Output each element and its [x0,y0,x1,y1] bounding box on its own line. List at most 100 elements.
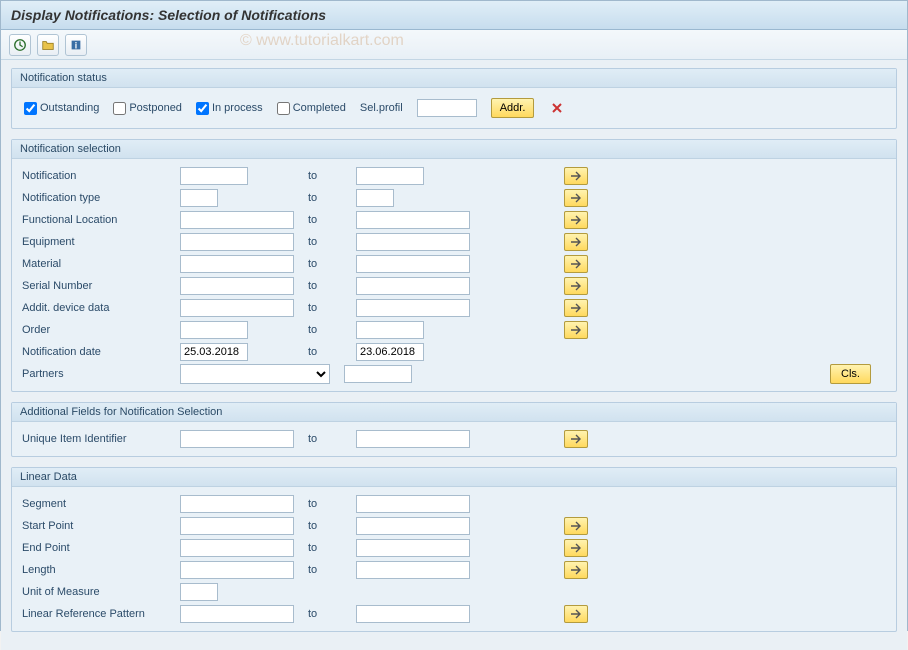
from-input[interactable] [180,321,248,339]
selection-row: Materialto [22,253,886,275]
to-input[interactable] [356,517,470,535]
to-input[interactable] [356,539,470,557]
to-input[interactable] [356,343,424,361]
to-input[interactable] [356,430,470,448]
to-input[interactable] [356,299,470,317]
multiple-selection-button[interactable] [564,539,588,557]
field-label: Order [22,324,172,336]
arrow-right-icon [570,609,582,619]
multiple-selection-button[interactable] [564,277,588,295]
from-input[interactable] [180,495,294,513]
multiple-selection-button[interactable] [564,255,588,273]
to-label: to [308,170,348,182]
from-input[interactable] [180,211,294,229]
execute-button[interactable] [9,34,31,56]
variant-button[interactable] [37,34,59,56]
to-input[interactable] [356,211,470,229]
from-input[interactable] [180,605,294,623]
from-input[interactable] [180,343,248,361]
completed-checkbox[interactable]: Completed [277,102,346,115]
to-label: to [308,346,348,358]
multiple-selection-button[interactable] [564,561,588,579]
info-icon: i [69,38,83,52]
info-button[interactable]: i [65,34,87,56]
multiple-selection-button[interactable] [564,211,588,229]
svg-text:i: i [75,40,77,50]
clear-button[interactable] [548,99,566,117]
selection-row: Addit. device data to [22,297,886,319]
outstanding-checkbox[interactable]: Outstanding [24,102,99,115]
completed-input[interactable] [277,102,290,115]
arrow-right-icon [570,543,582,553]
to-label: to [308,280,348,292]
arrow-right-icon [570,565,582,575]
selection-group-title: Notification selection [12,140,896,159]
multiple-selection-button[interactable] [564,430,588,448]
selection-row: Linear Reference Patternto [22,603,886,625]
field-label: Addit. device data [22,302,172,314]
to-input[interactable] [356,255,470,273]
to-label: to [308,192,348,204]
field-label: Material [22,258,172,270]
in-process-input[interactable] [196,102,209,115]
in-process-label: In process [212,102,263,114]
to-input[interactable] [356,321,424,339]
multiple-selection-button[interactable] [564,167,588,185]
from-input[interactable] [180,299,294,317]
multiple-selection-button[interactable] [564,189,588,207]
field-label: End Point [22,542,172,554]
status-group-title: Notification status [12,69,896,88]
additional-fields-group: Additional Fields for Notification Selec… [11,402,897,457]
postponed-input[interactable] [113,102,126,115]
toolbar: i [1,30,907,60]
outstanding-label: Outstanding [40,102,99,114]
notification-selection-group: Notification selection NotificationtoNot… [11,139,897,392]
to-input[interactable] [356,605,470,623]
cls-button[interactable]: Cls. [830,364,871,384]
in-process-checkbox[interactable]: In process [196,102,263,115]
from-input[interactable] [180,233,294,251]
selection-row: Segmentto [22,493,886,515]
multiple-selection-button[interactable] [564,233,588,251]
multiple-selection-button[interactable] [564,517,588,535]
to-label: to [308,498,348,510]
to-label: to [308,302,348,314]
postponed-checkbox[interactable]: Postponed [113,102,182,115]
from-input[interactable] [180,517,294,535]
field-label: Start Point [22,520,172,532]
from-input[interactable] [180,277,294,295]
to-input[interactable] [356,189,394,207]
outstanding-input[interactable] [24,102,37,115]
field-label: Notification date [22,346,172,358]
to-input[interactable] [356,277,470,295]
selection-row: Notification date to [22,341,886,363]
to-input[interactable] [356,167,424,185]
field-label: Functional Location [22,214,172,226]
partners-select[interactable] [180,364,330,384]
from-input[interactable] [180,430,294,448]
page-title: Display Notifications: Selection of Noti… [11,7,897,23]
to-input[interactable] [356,495,470,513]
addr-button[interactable]: Addr. [491,98,535,118]
to-input[interactable] [356,561,470,579]
field-label: Notification type [22,192,172,204]
from-input[interactable] [180,561,294,579]
multiple-selection-button[interactable] [564,321,588,339]
linear-data-group: Linear Data SegmenttoStart PointtoEnd Po… [11,467,897,632]
arrow-right-icon [570,171,582,181]
to-input[interactable] [356,233,470,251]
from-input[interactable] [180,167,248,185]
multiple-selection-button[interactable] [564,299,588,317]
partners-text-input[interactable] [344,365,412,383]
folder-icon [41,38,55,52]
to-label: to [308,542,348,554]
to-label: to [308,236,348,248]
sel-profil-input[interactable] [417,99,477,117]
from-input[interactable] [180,539,294,557]
multiple-selection-button[interactable] [564,605,588,623]
from-input[interactable] [180,189,218,207]
selection-row: Orderto [22,319,886,341]
completed-label: Completed [293,102,346,114]
from-input[interactable] [180,255,294,273]
from-input[interactable] [180,583,218,601]
